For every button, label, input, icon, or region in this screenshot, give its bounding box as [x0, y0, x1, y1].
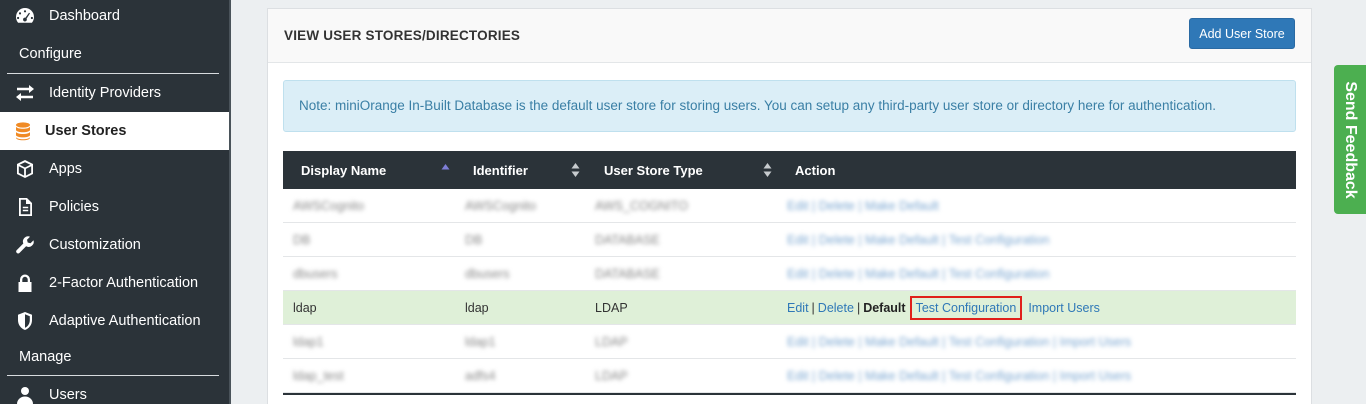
col-header-action: Action	[795, 162, 836, 178]
cell-type: DATABASE	[595, 267, 660, 281]
wrench-icon	[14, 234, 36, 256]
col-header-user-store-type[interactable]: User Store Type	[604, 151, 703, 189]
separator: |	[811, 301, 815, 315]
edit-link[interactable]: Edit	[787, 301, 809, 315]
cell-type: DATABASE	[595, 233, 660, 247]
sidebar-item-label: Adaptive Authentication	[49, 313, 201, 329]
table-row: DB DB DATABASE Edit | Delete | Make Defa…	[283, 223, 1296, 257]
send-feedback-tab[interactable]: Send Feedback	[1334, 65, 1366, 214]
cell-actions: Edit | Delete | Default Test Configurati…	[787, 291, 1100, 325]
table-row-ldap: ldap ldap LDAP Edit | Delete | Default T…	[283, 291, 1296, 325]
sidebar-item-users[interactable]: Users	[0, 376, 229, 404]
sort-icon[interactable]	[763, 162, 772, 178]
cell-actions[interactable]: Edit | Delete | Make Default	[787, 189, 939, 223]
sidebar-border	[229, 0, 231, 404]
database-icon	[12, 120, 34, 142]
col-header-display-name[interactable]: Display Name	[301, 151, 386, 189]
user-icon	[14, 384, 36, 404]
cell-actions[interactable]: Edit | Delete | Make Default | Test Conf…	[787, 359, 1131, 393]
panel-header: VIEW USER STORES/DIRECTORIES Add User St…	[268, 9, 1311, 63]
cell-actions[interactable]: Edit | Delete | Make Default | Test Conf…	[787, 325, 1131, 359]
test-configuration-highlight: Test Configuration	[909, 296, 1023, 320]
send-feedback-label: Send Feedback	[1342, 80, 1359, 199]
page-title: VIEW USER STORES/DIRECTORIES	[284, 28, 521, 43]
cell-actions[interactable]: Edit | Delete | Make Default | Test Conf…	[787, 223, 1049, 257]
cell-actions[interactable]: Edit | Delete | Make Default | Test Conf…	[787, 257, 1049, 291]
sort-asc-icon[interactable]	[441, 162, 450, 178]
add-user-store-button[interactable]: Add User Store	[1189, 18, 1295, 49]
cell-identifier: dbusers	[465, 267, 510, 281]
sidebar-item-customization[interactable]: Customization	[0, 226, 229, 264]
cell-display-name: dbusers	[293, 267, 338, 281]
section-configure: Configure	[19, 46, 82, 62]
section-manage: Manage	[19, 349, 72, 365]
sidebar-item-user-stores[interactable]: User Stores	[0, 112, 229, 150]
cell-type: LDAP	[595, 335, 628, 349]
sidebar-item-label: User Stores	[45, 123, 127, 139]
table-row: ldap_test adfs4 LDAP Edit | Delete | Mak…	[283, 359, 1296, 393]
cell-type: LDAP	[595, 369, 628, 383]
sidebar-item-dashboard[interactable]: Dashboard	[0, 0, 229, 35]
sort-icon[interactable]	[571, 162, 580, 178]
user-stores-table: Display Name Identifier User Store Type …	[283, 151, 1296, 395]
table-row: dbusers dbusers DATABASE Edit | Delete |…	[283, 257, 1296, 291]
sidebar-item-label: Users	[49, 387, 87, 403]
cell-display-name: ldap	[293, 301, 317, 315]
sidebar: Dashboard Configure Identity Providers U…	[0, 0, 231, 404]
cell-display-name: ldap1	[293, 335, 324, 349]
cell-display-name: DB	[293, 233, 311, 247]
table-bottom-border	[283, 393, 1296, 395]
cell-display-name: AWSCognito	[293, 199, 365, 213]
cell-identifier: AWSCognito	[465, 199, 537, 213]
table-row: ldap1 ldap1 LDAP Edit | Delete | Make De…	[283, 325, 1296, 359]
cell-identifier: DB	[465, 233, 483, 247]
sidebar-item-policies[interactable]: Policies	[0, 188, 229, 226]
lock-icon	[14, 272, 36, 294]
sidebar-item-label: Customization	[49, 237, 141, 253]
user-stores-panel: VIEW USER STORES/DIRECTORIES Add User St…	[267, 8, 1312, 404]
cell-type: AWS_COGNITO	[595, 199, 689, 213]
sidebar-item-apps[interactable]: Apps	[0, 150, 229, 188]
test-configuration-link[interactable]: Test Configuration	[916, 301, 1017, 315]
cell-type: LDAP	[595, 301, 628, 315]
delete-link[interactable]: Delete	[818, 301, 854, 315]
separator: |	[856, 301, 861, 315]
info-note: Note: miniOrange In-Built Database is th…	[283, 80, 1296, 132]
sidebar-item-2fa[interactable]: 2-Factor Authentication	[0, 264, 229, 302]
document-icon	[14, 196, 36, 218]
default-label: Default	[863, 301, 906, 315]
sidebar-item-label: Policies	[49, 199, 99, 215]
table-header: Display Name Identifier User Store Type …	[283, 151, 1296, 189]
import-users-link[interactable]: Import Users	[1028, 301, 1100, 315]
sidebar-item-label: Dashboard	[49, 8, 120, 24]
cell-identifier: adfs4	[465, 369, 496, 383]
cube-icon	[14, 158, 36, 180]
arrows-exchange-icon	[14, 82, 36, 104]
shield-icon	[14, 310, 36, 332]
sidebar-item-adaptive-auth[interactable]: Adaptive Authentication	[0, 302, 229, 340]
table-row: AWSCognito AWSCognito AWS_COGNITO Edit |…	[283, 189, 1296, 223]
cell-display-name: ldap_test	[293, 369, 344, 383]
col-header-identifier[interactable]: Identifier	[473, 151, 528, 189]
cell-identifier: ldap1	[465, 335, 496, 349]
sidebar-item-label: Identity Providers	[49, 85, 162, 101]
cell-identifier: ldap	[465, 301, 489, 315]
sidebar-item-label: Apps	[49, 161, 83, 177]
sidebar-item-identity-providers[interactable]: Identity Providers	[0, 74, 229, 112]
sidebar-item-label: 2-Factor Authentication	[49, 275, 199, 291]
dashboard-icon	[14, 5, 36, 27]
